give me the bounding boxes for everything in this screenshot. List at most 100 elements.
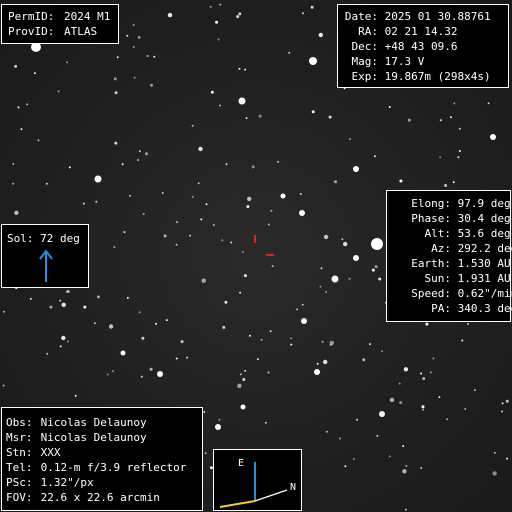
background-star	[402, 445, 405, 448]
background-star	[369, 343, 371, 346]
background-star	[176, 221, 178, 224]
background-star	[146, 55, 149, 57]
background-star	[319, 285, 322, 288]
background-star	[373, 155, 376, 158]
background-star	[247, 196, 252, 202]
background-star	[153, 55, 156, 58]
background-star	[210, 90, 214, 94]
dec-label: Dec:	[351, 40, 379, 53]
background-star	[378, 277, 382, 281]
elong-value: 97.9 deg	[457, 197, 511, 210]
msr-label: Msr:	[6, 431, 33, 444]
background-star	[68, 166, 71, 169]
background-star	[458, 150, 461, 152]
background-star	[224, 300, 228, 304]
background-star	[167, 12, 173, 18]
background-star	[248, 334, 251, 337]
background-star	[339, 437, 341, 440]
date-label: Date:	[344, 10, 378, 23]
background-star	[45, 182, 48, 185]
phase-value: 30.4 deg	[457, 212, 511, 225]
background-star	[237, 383, 242, 388]
background-star	[398, 382, 401, 385]
sol-label: Sol:	[7, 232, 34, 245]
background-star	[57, 90, 60, 93]
background-star	[133, 76, 136, 79]
background-star	[311, 110, 315, 114]
background-star	[218, 418, 221, 421]
background-star	[420, 372, 423, 375]
background-star	[123, 231, 126, 234]
background-star	[371, 268, 375, 272]
background-star	[290, 343, 293, 346]
dec-value: +48 43 09.6	[384, 40, 458, 53]
background-star	[432, 357, 435, 360]
background-star	[389, 397, 395, 403]
background-star	[239, 373, 242, 376]
background-star	[201, 278, 206, 283]
background-star	[218, 104, 221, 107]
background-star	[246, 205, 250, 209]
background-star	[3, 310, 6, 313]
background-star	[83, 305, 87, 309]
background-star	[197, 182, 200, 185]
background-star	[323, 359, 328, 365]
background-star	[175, 357, 178, 360]
background-star	[376, 434, 379, 437]
bright-star	[331, 275, 339, 283]
mag-label: Mag:	[351, 55, 379, 68]
motion-direction-line	[219, 500, 256, 508]
background-star	[450, 116, 452, 119]
background-star	[155, 322, 158, 325]
sol-panel: Sol: 72 deg	[1, 224, 89, 288]
bright-star	[120, 350, 126, 356]
background-star	[175, 243, 178, 246]
background-star	[198, 146, 203, 152]
az-value: 292.2 deg	[457, 242, 512, 255]
object-id-panel: PermID: 2024 M1 ProvID: ATLAS	[1, 4, 119, 44]
background-star	[137, 159, 140, 161]
background-star	[145, 152, 148, 156]
bright-star	[299, 210, 305, 216]
fov-label: FOV:	[6, 491, 33, 504]
background-star	[161, 192, 164, 194]
background-star	[59, 345, 62, 348]
background-star	[126, 296, 129, 299]
background-star	[425, 322, 429, 326]
background-star	[464, 408, 467, 410]
background-star	[137, 35, 141, 39]
tel-label: Tel:	[6, 461, 33, 474]
background-star	[349, 138, 351, 141]
background-star	[299, 193, 302, 195]
background-star	[245, 117, 248, 120]
background-star	[113, 246, 116, 249]
background-star	[140, 375, 143, 378]
bright-star	[94, 175, 102, 183]
background-star	[422, 408, 424, 411]
background-star	[200, 218, 203, 221]
msr-value: Nicolas Delaunoy	[40, 431, 147, 444]
exp-value: 19.867m (298x4s)	[384, 70, 491, 83]
background-star	[501, 410, 504, 413]
background-star	[212, 224, 215, 226]
background-star	[288, 51, 291, 54]
alt-label: Alt:	[424, 227, 452, 240]
background-star	[388, 455, 391, 458]
background-star	[221, 239, 224, 242]
background-star	[421, 405, 425, 409]
background-star	[374, 265, 378, 269]
background-star	[189, 234, 192, 237]
background-star	[334, 180, 337, 184]
observer-panel: Obs: Nicolas Delaunoy Msr: Nicolas Delau…	[1, 407, 203, 511]
background-star	[12, 162, 15, 165]
stn-label: Stn:	[6, 446, 33, 459]
background-star	[205, 203, 208, 206]
ra-value: 02 21 14.32	[384, 25, 458, 38]
background-star	[138, 150, 141, 153]
background-star	[264, 421, 267, 424]
background-star	[453, 102, 456, 105]
geometry-panel: Elong: 97.9 deg Phase: 30.4 deg Alt: 53.…	[386, 190, 512, 322]
background-star	[457, 156, 460, 159]
bright-star	[238, 97, 246, 105]
background-star	[37, 139, 40, 142]
